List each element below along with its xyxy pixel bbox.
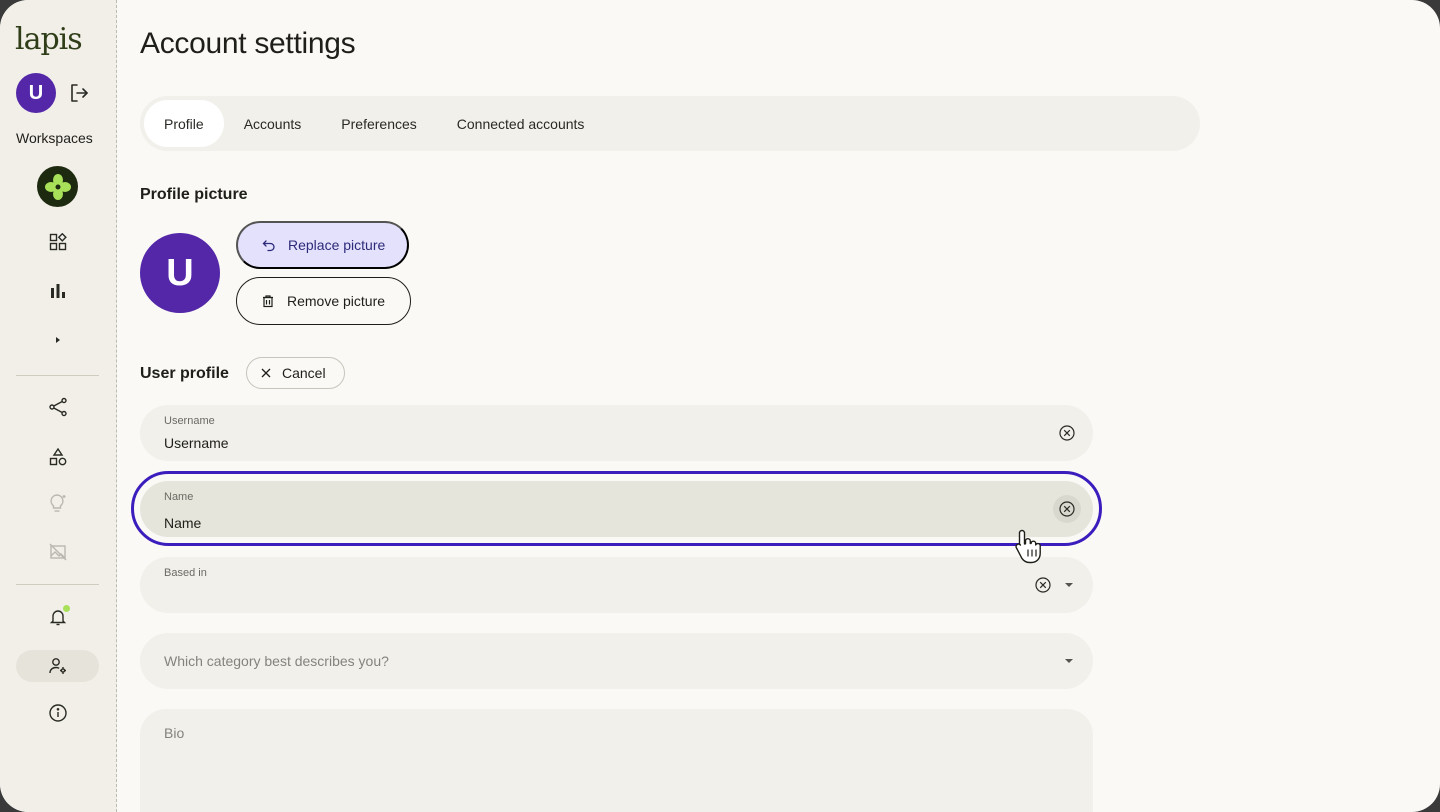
bar-chart-icon[interactable] [47, 280, 69, 302]
chevron-down-icon[interactable] [1065, 659, 1073, 663]
clear-circle-icon[interactable] [1034, 576, 1052, 594]
user-settings-icon[interactable] [47, 655, 69, 677]
notification-dot [63, 605, 70, 612]
app-window: lapis U Workspaces Account settings Prof… [0, 0, 1440, 812]
replace-picture-label: Replace picture [288, 237, 386, 253]
username-field[interactable]: Username Username [140, 405, 1093, 461]
close-icon [261, 368, 271, 378]
undo-icon [262, 240, 275, 252]
trash-icon [263, 295, 273, 308]
clear-circle-icon[interactable] [1058, 424, 1076, 442]
name-label: Name [164, 491, 194, 503]
workspace-logo-icon[interactable] [37, 166, 78, 207]
workspaces-label: Workspaces [16, 130, 93, 146]
page-title: Account settings [140, 27, 356, 60]
chevron-right-icon[interactable] [47, 329, 69, 351]
sidebar: lapis U Workspaces [0, 0, 117, 812]
image-slash-icon[interactable] [47, 541, 69, 563]
app-logo[interactable]: lapis [15, 20, 83, 60]
share-icon[interactable] [47, 396, 69, 418]
tab-profile[interactable]: Profile [144, 100, 224, 147]
cancel-button[interactable]: Cancel [246, 357, 345, 389]
remove-picture-label: Remove picture [287, 293, 386, 309]
name-value[interactable]: Name [164, 515, 201, 531]
based-in-field[interactable]: Based in [140, 557, 1093, 613]
user-profile-title: User profile [140, 365, 229, 382]
settings-tabs: Profile Accounts Preferences Connected a… [140, 96, 1200, 151]
username-label: Username [164, 415, 215, 427]
replace-picture-button[interactable]: Replace picture [236, 221, 409, 269]
cancel-label: Cancel [282, 365, 326, 381]
based-in-label: Based in [164, 567, 207, 579]
tab-accounts[interactable]: Accounts [224, 100, 322, 147]
remove-picture-button[interactable]: Remove picture [236, 277, 411, 325]
profile-avatar: U [140, 233, 220, 313]
info-icon[interactable] [47, 702, 69, 724]
profile-picture-title: Profile picture [140, 186, 248, 203]
clear-circle-icon[interactable] [1058, 500, 1076, 518]
tab-connected-accounts[interactable]: Connected accounts [437, 100, 605, 147]
category-select[interactable]: Which category best describes you? [140, 633, 1093, 689]
user-avatar[interactable]: U [16, 73, 56, 113]
logout-icon[interactable] [68, 82, 90, 104]
sidebar-divider [16, 375, 99, 376]
bio-textarea[interactable]: Bio [140, 709, 1093, 812]
shapes-icon[interactable] [47, 446, 69, 468]
apps-icon[interactable] [47, 231, 69, 253]
hand-pointer-icon [1015, 529, 1041, 564]
lightbulb-icon[interactable] [47, 492, 69, 514]
tab-preferences[interactable]: Preferences [321, 100, 436, 147]
bio-placeholder: Bio [164, 725, 185, 741]
name-field[interactable]: Name Name [140, 481, 1093, 537]
sidebar-divider [16, 584, 99, 585]
category-placeholder: Which category best describes you? [164, 653, 389, 669]
username-value[interactable]: Username [164, 435, 229, 451]
chevron-down-icon[interactable] [1065, 583, 1073, 587]
